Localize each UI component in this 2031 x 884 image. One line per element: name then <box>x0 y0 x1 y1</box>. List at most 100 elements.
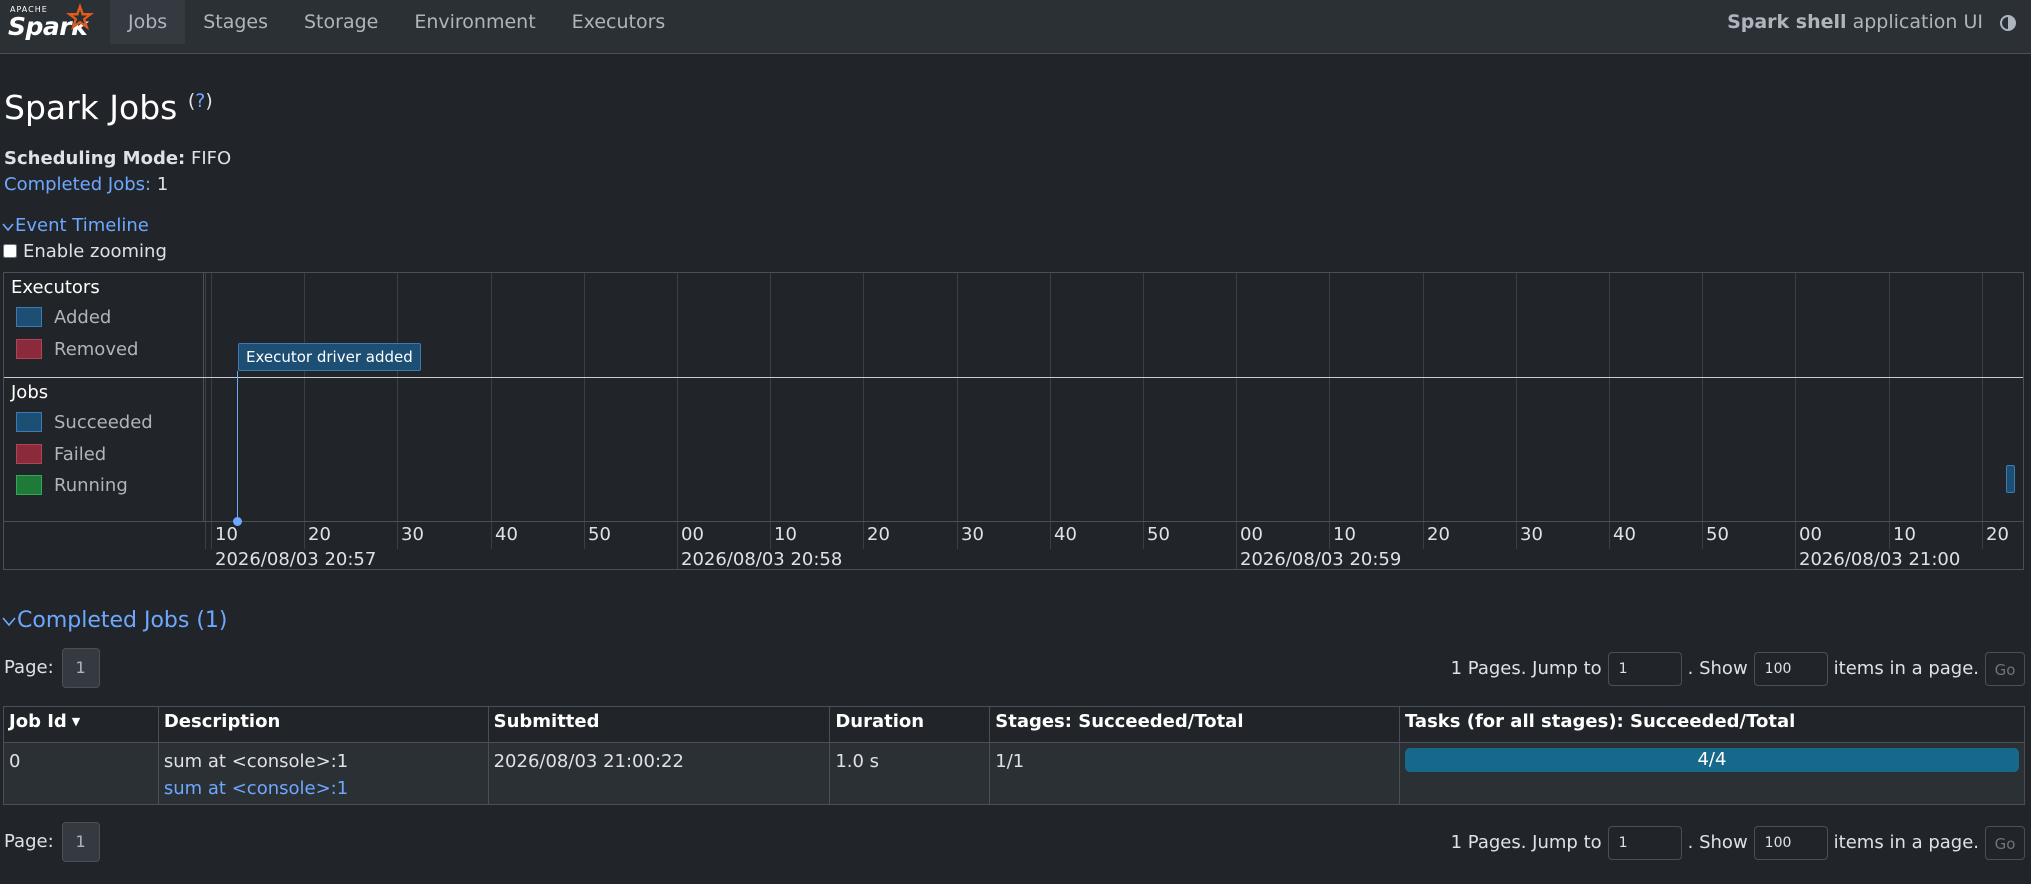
page-size-input[interactable] <box>1753 826 1828 860</box>
col-job-id[interactable]: Job Id ▼ <box>3 706 159 743</box>
legend-executor-added: Added <box>16 307 111 329</box>
timeline-group-divider <box>4 377 2023 378</box>
legend-swatch <box>16 307 42 327</box>
spark-star-icon <box>66 3 94 30</box>
legend-label: Removed <box>54 339 139 360</box>
help-link[interactable]: ? <box>195 90 205 112</box>
legend-swatch <box>16 412 42 432</box>
grid-line <box>211 273 212 549</box>
executors-group-title: Executors <box>11 277 100 298</box>
col-duration[interactable]: Duration <box>829 706 991 743</box>
description-link[interactable]: sum at <console>:1 <box>164 778 348 799</box>
minor-tick-label: 30 <box>961 524 984 545</box>
page-1-button[interactable]: 1 <box>61 822 100 862</box>
tab-jobs[interactable]: Jobs <box>110 0 186 44</box>
page-controls: 1 Pages. Jump to . Show items in a page. Go <box>1451 826 2025 860</box>
event-marker-dot[interactable] <box>233 517 242 526</box>
enable-zooming-label: Enable zooming <box>23 241 167 262</box>
grid-line <box>1516 273 1517 549</box>
legend-job-running: Running <box>16 475 128 497</box>
table-row: 0 sum at <console>:1 sum at <console>:1 … <box>3 742 2026 805</box>
minor-tick-label: 20 <box>308 524 331 545</box>
col-submitted[interactable]: Submitted <box>487 706 831 743</box>
nav-tabs: Jobs Stages Storage Environment Executor… <box>110 0 683 44</box>
legend-label: Failed <box>54 444 107 465</box>
major-tick-label: 2026/08/03 20:57 <box>215 549 377 570</box>
tasks-progress-bar: 4/4 <box>1404 748 2019 772</box>
page-selector: Page: 1 <box>4 822 100 862</box>
page-controls: 1 Pages. Jump to . Show items in a page. Go <box>1451 652 2025 686</box>
grid-line <box>1609 273 1610 549</box>
grid-line <box>1423 273 1424 549</box>
minor-tick-label: 50 <box>1147 524 1170 545</box>
grid-line <box>304 273 305 549</box>
major-tick-label: 2026/08/03 20:59 <box>1240 549 1402 570</box>
jobs-group-title: Jobs <box>11 382 49 403</box>
completed-jobs-link[interactable]: Completed Jobs: <box>4 174 151 195</box>
tab-storage[interactable]: Storage <box>286 0 396 44</box>
page-1-button[interactable]: 1 <box>61 648 100 688</box>
enable-zooming-checkbox[interactable] <box>3 244 17 258</box>
app-name: Spark shell <box>1727 11 1847 33</box>
app-title: Spark shell application UI <box>1727 0 2017 44</box>
timeline-scroll-handle[interactable] <box>2006 465 2015 493</box>
table-header-row: Job Id ▼ Description Submitted Duration S… <box>3 706 2026 743</box>
minor-tick-label: 30 <box>401 524 424 545</box>
theme-toggle-icon[interactable] <box>1999 14 2017 32</box>
completed-jobs-table: Job Id ▼ Description Submitted Duration S… <box>3 706 2026 805</box>
grid-line <box>397 273 398 549</box>
jump-to-page-input[interactable] <box>1607 652 1682 686</box>
page-size-input[interactable] <box>1753 652 1828 686</box>
tab-executors[interactable]: Executors <box>554 0 684 44</box>
scheduling-mode-value: FIFO <box>190 148 232 169</box>
executor-added-event[interactable]: Executor driver added <box>238 343 421 371</box>
navbar: APACHE Spark Jobs Stages Storage Environ… <box>0 0 2031 54</box>
cell-tasks: 4/4 <box>1398 742 2026 805</box>
grid-line <box>584 273 585 549</box>
jump-to-page-input[interactable] <box>1607 826 1682 860</box>
col-tasks[interactable]: Tasks (for all stages): Succeeded/Total <box>1398 706 2026 743</box>
col-description[interactable]: Description <box>157 706 489 743</box>
page-label: Page: <box>4 657 54 678</box>
event-timeline[interactable]: 10 20 30 40 50 00 10 20 30 40 50 00 10 20 30 40 50 00 10 20… <box>3 272 2024 570</box>
legend-executor-removed: Removed <box>16 339 138 361</box>
col-label: Job Id <box>9 711 67 732</box>
completed-jobs-title: Completed Jobs (1) <box>17 608 228 633</box>
minor-tick-label: 20 <box>1986 524 2009 545</box>
col-stages[interactable]: Stages: Succeeded/Total <box>989 706 1400 743</box>
chevron-down-icon <box>2 617 16 627</box>
pages-text: 1 Pages. Jump to <box>1450 658 1602 679</box>
app-suffix: application UI <box>1852 11 1983 33</box>
spark-logo[interactable]: APACHE Spark <box>6 2 98 48</box>
description-text: sum at <console>:1 <box>163 751 349 772</box>
zoom-option: Enable zooming <box>3 241 167 262</box>
grid-line <box>1795 273 1796 569</box>
help-tooltip[interactable]: (?) <box>188 90 213 112</box>
legend-label: Succeeded <box>54 412 153 433</box>
minor-tick-label: 30 <box>1520 524 1543 545</box>
grid-line <box>677 273 678 569</box>
minor-tick-label: 10 <box>1893 524 1916 545</box>
page-label: Page: <box>4 831 54 852</box>
cell-submitted: 2026/08/03 21:00:22 <box>487 742 831 805</box>
legend-label: Running <box>54 475 128 496</box>
event-timeline-toggle[interactable]: Event Timeline <box>2 215 149 236</box>
completed-jobs-count: 1 <box>156 174 169 195</box>
minor-tick-label: 40 <box>1054 524 1077 545</box>
legend-job-failed: Failed <box>16 444 106 466</box>
go-button[interactable]: Go <box>1985 652 2025 686</box>
go-button[interactable]: Go <box>1985 826 2025 860</box>
page-title: Spark Jobs (?) <box>4 88 213 127</box>
chevron-down-icon <box>2 223 14 232</box>
cell-description: sum at <console>:1 sum at <console>:1 <box>157 742 489 805</box>
minor-tick-label: 00 <box>1799 524 1822 545</box>
tab-stages[interactable]: Stages <box>185 0 286 44</box>
minor-tick-label: 40 <box>495 524 518 545</box>
tab-environment[interactable]: Environment <box>396 0 553 44</box>
sort-desc-icon: ▼ <box>71 715 81 728</box>
timeline-legend: Executors Added Removed Jobs Succeeded F… <box>4 273 204 521</box>
grid-line <box>1889 273 1890 549</box>
legend-swatch <box>16 444 42 464</box>
completed-jobs-toggle[interactable]: Completed Jobs (1) <box>2 608 228 633</box>
minor-tick-label: 00 <box>1240 524 1263 545</box>
